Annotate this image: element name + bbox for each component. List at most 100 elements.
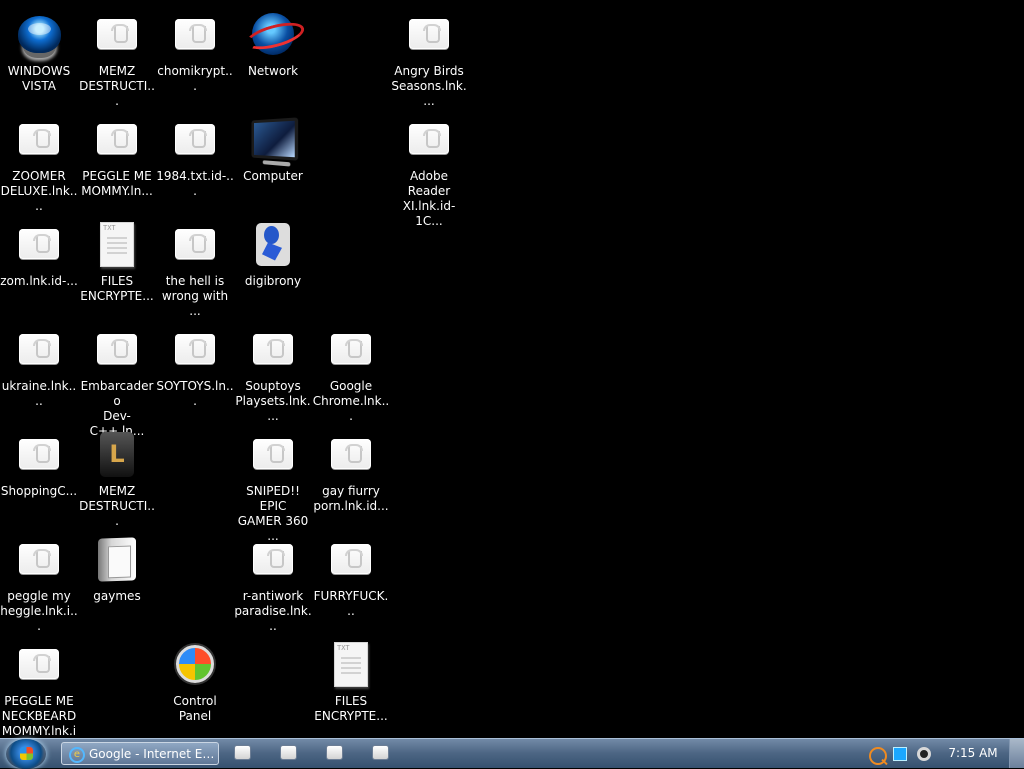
- generic-file-icon: [405, 115, 453, 163]
- desktop-icon-label: FURRYFUCK...: [313, 589, 389, 618]
- system-clock[interactable]: 7:15 AM: [943, 746, 1003, 760]
- text-file-tag: TXT: [103, 223, 116, 232]
- desktop-icon-embarcadero-dev-cpp[interactable]: Embarcadero Dev-C++.ln...: [78, 315, 156, 438]
- desktop-icon-network[interactable]: Network: [234, 0, 312, 102]
- desktop-icon-label: peggle my heggle.lnk.i...: [0, 589, 78, 633]
- desktop-icon-zom[interactable]: zom.lnk.id-...: [0, 210, 78, 312]
- desktop-icon-label: 1984.txt.id-...: [156, 169, 234, 198]
- desktop-icon-label: PEGGLE ME MOMMY.ln...: [81, 169, 153, 198]
- desktop-icon-windows-vista[interactable]: WINDOWS VISTA: [0, 0, 78, 102]
- desktop-icon-1984-txt[interactable]: 1984.txt.id-...: [156, 105, 234, 207]
- desktop-icon-computer[interactable]: Computer: [234, 105, 312, 207]
- desktop-icon-google-chrome[interactable]: Google Chrome.lnk...: [312, 315, 390, 423]
- desktop-icon-memz-destructive-2[interactable]: L MEMZ DESTRUCTI...: [78, 420, 156, 528]
- generic-file-icon: [15, 430, 63, 478]
- memz-icon: L: [93, 430, 141, 478]
- desktop-icon-label: chomikrypt...: [157, 64, 233, 93]
- desktop-icon-zoomer-deluxe[interactable]: ZOOMER DELUXE.lnk....: [0, 105, 78, 213]
- desktop-icon-ukraine[interactable]: ukraine.lnk....: [0, 315, 78, 417]
- desktop-icon-files-encrypted-2[interactable]: TXT FILES ENCRYPTE...: [312, 630, 390, 732]
- vista-orb-icon: [15, 10, 63, 58]
- desktop-icon-label: zom.lnk.id-...: [0, 274, 78, 288]
- generic-file-icon: [93, 115, 141, 163]
- desktop-icon-soytoys[interactable]: SOYTOYS.ln...: [156, 315, 234, 417]
- desktop-icon-label: Control Panel: [173, 694, 217, 723]
- desktop-icon-gaymes[interactable]: gaymes: [78, 525, 156, 627]
- search-icon[interactable]: [869, 747, 887, 765]
- desktop-icon-label: ShoppingC...: [0, 484, 78, 498]
- desktop-icon-furryfuck[interactable]: FURRYFUCK...: [312, 525, 390, 627]
- generic-file-icon: [327, 325, 375, 373]
- generic-file-icon: [15, 220, 63, 268]
- text-file-icon: TXT: [93, 220, 141, 268]
- generic-file-icon: [171, 115, 219, 163]
- desktop-icon-label: MEMZ DESTRUCTI...: [79, 484, 155, 528]
- desktop-icon-chomikrypt[interactable]: chomikrypt...: [156, 0, 234, 102]
- generic-file-icon: [249, 430, 297, 478]
- generic-file-icon: [15, 535, 63, 583]
- desktop-icon-files-encrypted-1[interactable]: TXT FILES ENCRYPTE...: [78, 210, 156, 312]
- desktop-icon-peggle-me-neckbeard[interactable]: PEGGLE ME NECKBEARD MOMMY.lnk.i: [0, 630, 78, 738]
- desktop-icon-label: the hell is wrong with ...: [161, 274, 229, 318]
- desktop-icon-label: WINDOWS VISTA: [7, 64, 71, 93]
- internet-explorer-icon: e: [69, 747, 85, 763]
- desktop-icon-souptoys-playsets[interactable]: Souptoys Playsets.lnk....: [234, 315, 312, 423]
- generic-file-icon: [93, 325, 141, 373]
- desktop-icon-label: Computer: [243, 169, 303, 183]
- control-panel-icon: [171, 640, 219, 688]
- desktop-icon-peggle-my-heggle[interactable]: peggle my heggle.lnk.i...: [0, 525, 78, 633]
- generic-file-icon: [15, 325, 63, 373]
- quick-launch-window-icon-2[interactable]: [281, 746, 296, 759]
- desktop-icon-label: gaymes: [93, 589, 141, 603]
- desktop-icon-label: digibrony: [244, 274, 302, 288]
- generic-file-icon: [249, 535, 297, 583]
- desktop-icon-peggle-me-mommy[interactable]: PEGGLE ME MOMMY.ln...: [78, 105, 156, 207]
- desktop-icon-label: gay fiurry porn.lnk.id...: [313, 484, 389, 513]
- desktop-icon-sniped-epic-gamer[interactable]: SNIPED!! EPIC GAMER 360 ...: [234, 420, 312, 543]
- desktop-icon-r-antiwork[interactable]: r-antiwork paradise.lnk...: [234, 525, 312, 633]
- desktop-icon-control-panel[interactable]: Control Panel: [156, 630, 234, 732]
- audio-icon[interactable]: [917, 747, 931, 761]
- desktop-icon-label: MEMZ DESTRUCTI...: [79, 64, 155, 108]
- internet-explorer-task-button[interactable]: e Google - Internet Exp...: [61, 742, 219, 765]
- desktop: WINDOWS VISTA MEMZ DESTRUCTI... chomikry…: [0, 0, 1024, 738]
- generic-file-icon: [171, 220, 219, 268]
- desktop-icon-label: Angry Birds Seasons.lnk....: [391, 64, 467, 108]
- generic-file-icon: [327, 430, 375, 478]
- start-button[interactable]: [6, 739, 46, 769]
- desktop-icon-label: ZOOMER DELUXE.lnk....: [0, 169, 78, 213]
- network-icon: [249, 10, 297, 58]
- quick-launch-window-icon-1[interactable]: [235, 746, 250, 759]
- taskbar: e Google - Internet Exp... 7:15 AM: [0, 738, 1024, 769]
- desktop-icon-label: FILES ENCRYPTE...: [314, 694, 388, 723]
- generic-file-icon: [15, 640, 63, 688]
- desktop-icon-label: ukraine.lnk....: [1, 379, 77, 408]
- quick-launch-window-icon-3[interactable]: [327, 746, 342, 759]
- digibrony-icon: [249, 220, 297, 268]
- desktop-icon-the-hell-is-wrong[interactable]: the hell is wrong with ...: [156, 210, 234, 318]
- desktop-icon-shopping[interactable]: ShoppingC...: [0, 420, 78, 522]
- desktop-icon-label: Network: [247, 64, 299, 78]
- quick-launch-window-icon-4[interactable]: [373, 746, 388, 759]
- desktop-icon-memz-destructive-1[interactable]: MEMZ DESTRUCTI...: [78, 0, 156, 108]
- desktop-icon-gay-fiurry[interactable]: gay fiurry porn.lnk.id...: [312, 420, 390, 522]
- monitor-icon[interactable]: [893, 747, 907, 761]
- folder-icon: [93, 535, 141, 583]
- computer-icon: [249, 115, 299, 163]
- generic-file-icon: [93, 10, 141, 58]
- generic-file-icon: [405, 10, 453, 58]
- text-file-tag: TXT: [337, 643, 350, 652]
- generic-file-icon: [15, 115, 63, 163]
- desktop-icon-angry-birds[interactable]: Angry Birds Seasons.lnk....: [390, 0, 468, 108]
- desktop-icon-digibrony[interactable]: digibrony: [234, 210, 312, 312]
- active-window-title: Google - Internet Exp...: [89, 747, 219, 761]
- generic-file-icon: [171, 325, 219, 373]
- desktop-icon-label: PEGGLE ME NECKBEARD MOMMY.lnk.i: [1, 694, 77, 738]
- desktop-icon-label: Souptoys Playsets.lnk....: [235, 379, 311, 423]
- desktop-icon-label: Google Chrome.lnk...: [312, 379, 390, 423]
- show-desktop-button[interactable]: [1009, 739, 1024, 768]
- desktop-icon-adobe-reader[interactable]: Adobe Reader XI.lnk.id-1C...: [390, 105, 468, 228]
- desktop-icon-label: FILES ENCRYPTE...: [80, 274, 154, 303]
- text-file-icon: TXT: [327, 640, 375, 688]
- generic-file-icon: [171, 10, 219, 58]
